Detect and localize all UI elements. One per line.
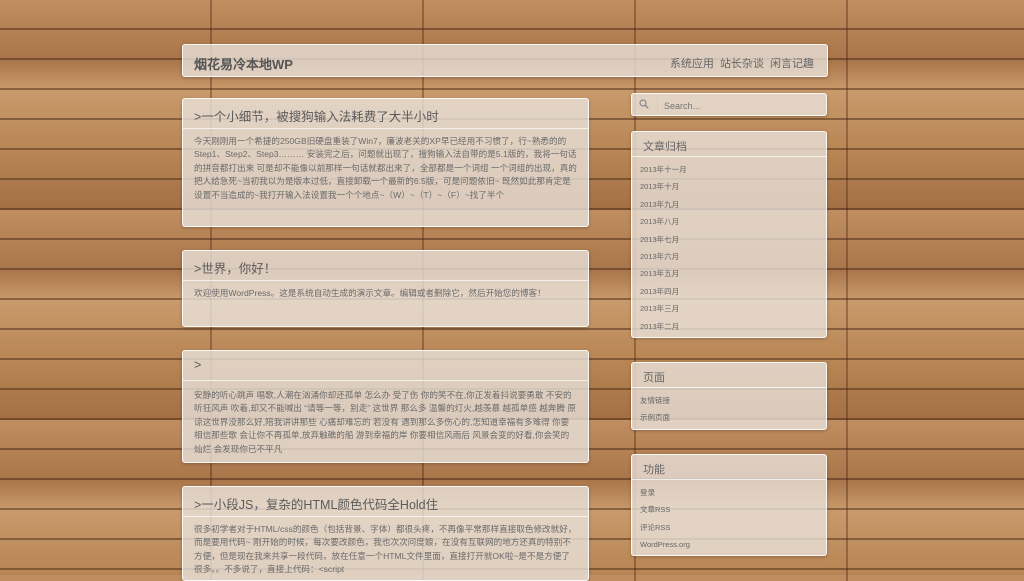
post-excerpt: 今天刚刚用一个希捷的250GB旧硬盘重装了Win7，廉波老关的XP早已经用不习惯…: [194, 136, 577, 200]
archive-link[interactable]: 2013年三月: [640, 302, 818, 319]
widget-title: 功能: [643, 464, 665, 476]
post-title[interactable]: >世界，你好！: [183, 251, 588, 276]
post-title[interactable]: >一小段JS，复杂的HTML颜色代码全Hold住: [183, 487, 588, 512]
nav-item-webmaster-talk[interactable]: 站长杂谈: [720, 58, 764, 70]
post-excerpt: 欢迎使用WordPress。这是系统自动生成的演示文章。编辑或者删除它，然后开始…: [194, 288, 546, 298]
archive-link[interactable]: 2013年十一月: [640, 163, 818, 180]
page-link[interactable]: 友情链接: [640, 394, 818, 411]
nav-item-casual-notes[interactable]: 闲言记趣: [770, 58, 814, 70]
archive-link[interactable]: 2013年五月: [640, 267, 818, 284]
main-nav: 系统应用 站长杂谈 闲言记趣: [667, 55, 814, 71]
comments-rss-link[interactable]: 评论RSS: [640, 521, 818, 538]
nav-item-system-apps[interactable]: 系统应用: [670, 58, 714, 70]
archives-widget: 文章归档 2013年十一月 2013年十月 2013年九月 2013年八月 20…: [631, 131, 827, 338]
post-card: >一个小细节，被搜狗输入法耗费了大半小时 今天刚刚用一个希捷的250GB旧硬盘重…: [182, 98, 589, 227]
post-card: > 安静的听心跳声 唱歌,人潮在汹涌你却还孤单 怎么办 受了伤 你的笑不在,你正…: [182, 350, 589, 463]
archive-link[interactable]: 2013年十月: [640, 180, 818, 197]
widget-title: 页面: [643, 372, 665, 384]
widget-title: 文章归档: [643, 141, 687, 153]
post-excerpt: 安静的听心跳声 唱歌,人潮在汹涌你却还孤单 怎么办 受了伤 你的笑不在,你正发着…: [194, 390, 576, 454]
search-box: [631, 93, 827, 116]
wordpress-org-link[interactable]: WordPress.org: [640, 538, 818, 555]
archive-link[interactable]: 2013年七月: [640, 233, 818, 250]
post-title[interactable]: >一个小细节，被搜狗输入法耗费了大半小时: [183, 99, 588, 124]
meta-widget: 功能 登录 文章RSS 评论RSS WordPress.org: [631, 454, 827, 556]
archive-link[interactable]: 2013年八月: [640, 215, 818, 232]
archive-link[interactable]: 2013年四月: [640, 285, 818, 302]
pages-list: 友情链接 示例页面: [632, 388, 826, 429]
archive-link[interactable]: 2013年二月: [640, 320, 818, 337]
site-header: 烟花易冷本地WP 系统应用 站长杂谈 闲言记趣: [182, 44, 828, 77]
search-icon[interactable]: [639, 99, 649, 109]
login-link[interactable]: 登录: [640, 486, 818, 503]
post-card: >世界，你好！ 欢迎使用WordPress。这是系统自动生成的演示文章。编辑或者…: [182, 250, 589, 327]
archive-link[interactable]: 2013年九月: [640, 198, 818, 215]
page-link[interactable]: 示例页面: [640, 411, 818, 428]
archives-list: 2013年十一月 2013年十月 2013年九月 2013年八月 2013年七月…: [632, 157, 826, 337]
post-title[interactable]: >: [183, 351, 588, 374]
site-title[interactable]: 烟花易冷本地WP: [194, 54, 293, 73]
pages-widget: 页面 友情链接 示例页面: [631, 362, 827, 430]
search-divider: [657, 97, 658, 113]
archive-link[interactable]: 2013年六月: [640, 250, 818, 267]
search-input[interactable]: [662, 97, 816, 114]
posts-rss-link[interactable]: 文章RSS: [640, 503, 818, 520]
post-card: >一小段JS，复杂的HTML颜色代码全Hold住 很多初学者对于HTML/css…: [182, 486, 589, 581]
post-excerpt: 很多初学者对于HTML/css的颜色（包括背景、字体）都很头疼，不再像平常那样直…: [194, 524, 577, 575]
meta-list: 登录 文章RSS 评论RSS WordPress.org: [632, 480, 826, 555]
